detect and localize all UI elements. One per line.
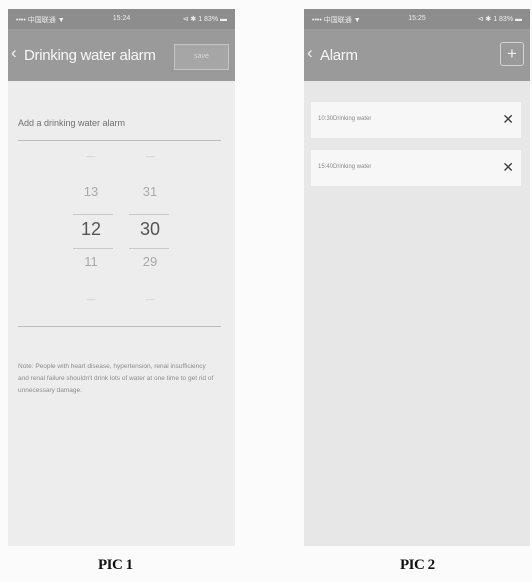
battery-indicator: ⊲ ✱ 1 83% ▬ — [477, 16, 522, 23]
caption-pic-2: PIC 2 — [400, 557, 435, 573]
back-chevron-icon[interactable]: ‹ — [11, 43, 17, 63]
picker-selection-line — [129, 248, 169, 249]
status-bar: •••• 中国联通 ▼ 15:24 ⊲ ✱ 1 83% ▬ — [8, 9, 235, 29]
alarm-list: 10:30Drinking water ✕ 15:40Drinking wate… — [304, 81, 530, 546]
alarm-form: Add a drinking water alarm — 13 12 11 — … — [8, 81, 235, 546]
picker-selection-line — [73, 248, 113, 249]
nav-bar: ‹ Alarm + — [304, 29, 530, 81]
picker-selection-line — [73, 214, 113, 215]
divider — [18, 140, 221, 141]
picker-value: 11 — [84, 254, 98, 269]
phone-screen-1: •••• 中国联通 ▼ 15:24 ⊲ ✱ 1 83% ▬ ‹ Drinking… — [8, 9, 235, 546]
picker-value: — — [145, 294, 155, 304]
nav-bar: ‹ Drinking water alarm save — [8, 29, 235, 81]
alarm-item[interactable]: 15:40Drinking water ✕ — [311, 150, 521, 186]
delete-icon[interactable]: ✕ — [502, 111, 514, 128]
selected-hour: 12 — [80, 219, 102, 239]
alarm-text: 15:40Drinking water — [318, 164, 372, 170]
save-button[interactable]: save — [174, 44, 229, 70]
phone-screen-2: •••• 中国联通 ▼ 15:25 ⊲ ✱ 1 83% ▬ ‹ Alarm + … — [304, 9, 530, 546]
delete-icon[interactable]: ✕ — [502, 159, 514, 176]
picker-value: 29 — [142, 254, 158, 269]
picker-value: — — [86, 294, 96, 304]
add-alarm-label: Add a drinking water alarm — [18, 118, 126, 128]
picker-selection-line — [129, 214, 169, 215]
picker-value: — — [86, 151, 96, 161]
status-bar: •••• 中国联通 ▼ 15:25 ⊲ ✱ 1 83% ▬ — [304, 9, 530, 29]
hour-picker[interactable]: — 13 12 11 — — [73, 151, 109, 316]
alarm-item[interactable]: 10:30Drinking water ✕ — [311, 102, 521, 138]
add-alarm-button[interactable]: + — [500, 42, 524, 66]
picker-value: 31 — [142, 184, 158, 199]
back-chevron-icon[interactable]: ‹ — [307, 43, 313, 63]
divider — [18, 326, 221, 327]
battery-indicator: ⊲ ✱ 1 83% ▬ — [182, 16, 227, 23]
picker-value: — — [145, 151, 155, 161]
minute-picker[interactable]: — 31 30 29 — — [132, 151, 168, 316]
selected-minute: 30 — [139, 219, 161, 239]
page-title: Alarm — [320, 47, 358, 64]
alarm-text: 10:30Drinking water — [318, 116, 372, 122]
picker-value: 13 — [83, 184, 99, 199]
health-note: Note: People with heart disease, hyperte… — [18, 363, 214, 394]
caption-pic-1: PIC 1 — [98, 557, 133, 573]
page-title: Drinking water alarm — [24, 47, 156, 64]
